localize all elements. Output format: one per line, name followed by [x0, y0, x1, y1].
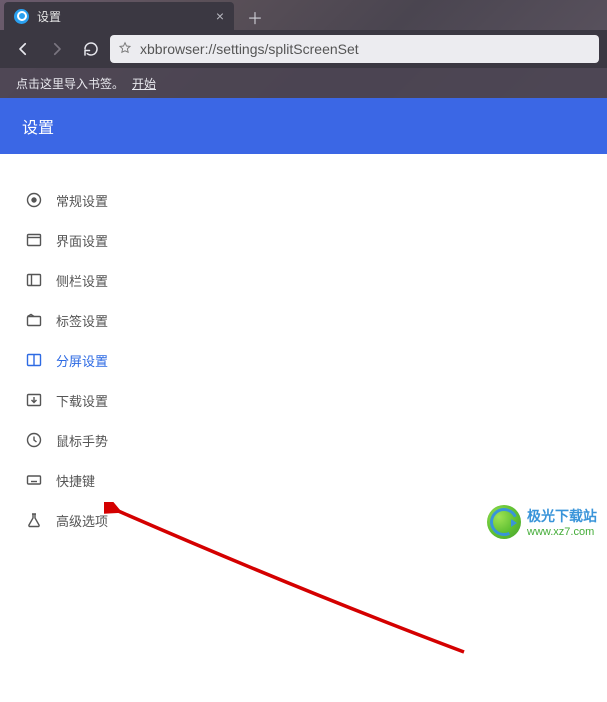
- sidebar-item-label: 分屏设置: [56, 351, 108, 370]
- tab-icon: [26, 312, 42, 328]
- bookmarks-hint: 点击这里导入书签。: [16, 75, 124, 92]
- sidebar-item-label: 鼠标手势: [56, 431, 108, 450]
- sidebar-item-splitscreen[interactable]: 分屏设置: [0, 340, 607, 380]
- sidebar-item-label: 标签设置: [56, 311, 108, 330]
- url-text: xbbrowser://settings/splitScreenSet: [140, 41, 359, 57]
- watermark-url: www.xz7.com: [527, 526, 597, 538]
- watermark: 极光下载站 www.xz7.com: [487, 505, 597, 539]
- gear-circle-icon: [14, 9, 29, 24]
- sidebar-item-gestures[interactable]: 鼠标手势: [0, 420, 607, 460]
- panel-left-icon: [26, 272, 42, 288]
- new-tab-button[interactable]: ＋: [242, 4, 268, 30]
- bookmarks-import-link[interactable]: 开始: [132, 75, 156, 92]
- reload-button[interactable]: [76, 34, 106, 64]
- window-icon: [26, 232, 42, 248]
- split-screen-icon: [26, 352, 42, 368]
- browser-chrome: 设置 × ＋ xbbrowser://settings/splitScreenS…: [0, 0, 607, 98]
- target-icon: [26, 192, 42, 208]
- browser-tab-settings[interactable]: 设置 ×: [4, 2, 234, 30]
- close-icon[interactable]: ×: [216, 8, 224, 24]
- sidebar-item-shortcuts[interactable]: 快捷键: [0, 460, 607, 500]
- address-bar[interactable]: xbbrowser://settings/splitScreenSet: [110, 35, 599, 63]
- bookmarks-bar: 点击这里导入书签。 开始: [0, 68, 607, 98]
- sidebar-item-label: 高级选项: [56, 511, 108, 530]
- sidebar-item-download[interactable]: 下载设置: [0, 380, 607, 420]
- sidebar-item-general[interactable]: 常规设置: [0, 180, 607, 220]
- back-button[interactable]: [8, 34, 38, 64]
- sidebar-item-label: 侧栏设置: [56, 271, 108, 290]
- flask-icon: [26, 512, 42, 528]
- clock-icon: [26, 432, 42, 448]
- watermark-brand: 极光下载站: [527, 506, 597, 526]
- settings-content: 常规设置 界面设置 侧栏设置 标签设置 分屏设置: [0, 154, 607, 549]
- sidebar-item-label: 常规设置: [56, 191, 108, 210]
- sidebar-item-sidebar[interactable]: 侧栏设置: [0, 260, 607, 300]
- sidebar-item-label: 快捷键: [56, 471, 95, 490]
- sidebar-item-label: 下载设置: [56, 391, 108, 410]
- download-icon: [26, 392, 42, 408]
- sidebar-item-label: 界面设置: [56, 231, 108, 250]
- tab-bar: 设置 × ＋: [0, 0, 607, 30]
- settings-title: 设置: [22, 114, 54, 138]
- settings-header: 设置: [0, 98, 607, 154]
- watermark-logo-icon: [487, 505, 521, 539]
- keyboard-icon: [26, 472, 42, 488]
- navigation-bar: xbbrowser://settings/splitScreenSet: [0, 30, 607, 68]
- bookmark-star-icon[interactable]: [118, 41, 132, 58]
- sidebar-item-tabs[interactable]: 标签设置: [0, 300, 607, 340]
- tab-title: 设置: [37, 8, 61, 25]
- sidebar-item-interface[interactable]: 界面设置: [0, 220, 607, 260]
- forward-button[interactable]: [42, 34, 72, 64]
